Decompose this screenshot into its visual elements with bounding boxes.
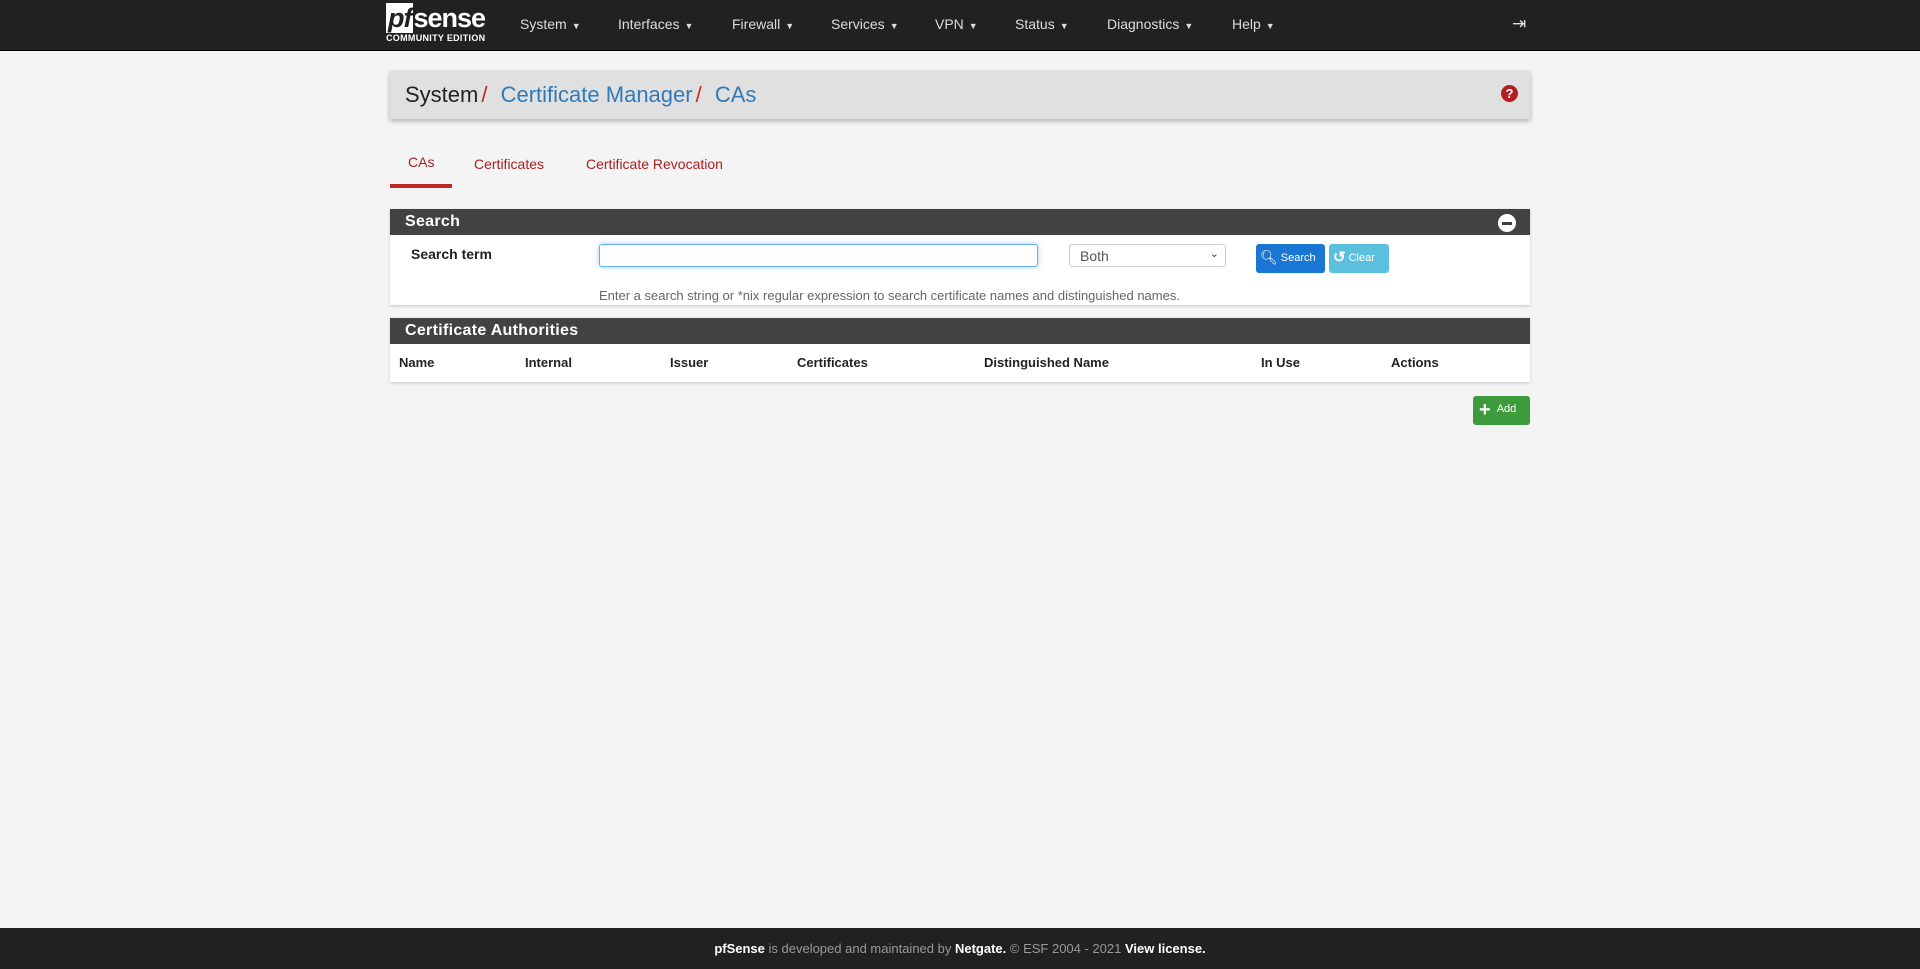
col-internal: Internal bbox=[525, 355, 572, 370]
search-panel-title: Search bbox=[405, 213, 461, 230]
breadcrumb-certificate-manager[interactable]: Certificate Manager bbox=[501, 82, 693, 107]
nav-diagnostics[interactable]: Diagnostics ▼ bbox=[1107, 16, 1193, 32]
netgate-link[interactable]: Netgate. bbox=[955, 941, 1006, 956]
tab-certificate-revocation[interactable]: Certificate Revocation bbox=[586, 154, 723, 190]
nav-status[interactable]: Status ▼ bbox=[1015, 16, 1069, 32]
col-name: Name bbox=[399, 355, 435, 370]
nav-vpn[interactable]: VPN ▼ bbox=[935, 16, 978, 32]
col-certificates: Certificates bbox=[797, 355, 868, 370]
breadcrumb-cas[interactable]: CAs bbox=[715, 82, 757, 107]
nav-interfaces[interactable]: Interfaces ▼ bbox=[618, 16, 693, 32]
view-license-link[interactable]: View license. bbox=[1125, 941, 1206, 956]
search-input[interactable] bbox=[599, 244, 1038, 267]
logout-icon[interactable]: ⇥ bbox=[1512, 14, 1526, 34]
tab-certificates[interactable]: Certificates bbox=[474, 154, 544, 190]
edition-label: COMMUNITY EDITION bbox=[386, 33, 486, 43]
footer: pfSense is developed and maintained by N… bbox=[0, 928, 1920, 969]
col-in-use: In Use bbox=[1261, 355, 1301, 370]
search-icon: 🔍︎ bbox=[1260, 249, 1278, 265]
clear-button[interactable]: ↺ Clear bbox=[1329, 244, 1389, 273]
col-distinguished-name: Distinguished Name bbox=[984, 355, 1109, 370]
breadcrumb-system: System bbox=[405, 82, 479, 107]
search-button[interactable]: 🔍︎ Search bbox=[1256, 244, 1325, 273]
search-hint: Enter a search string or *nix regular ex… bbox=[599, 288, 1180, 303]
footer-brand: pfSense bbox=[714, 941, 765, 956]
plus-icon: + bbox=[1479, 399, 1491, 421]
nav-system[interactable]: System ▼ bbox=[520, 16, 581, 32]
pfsense-logo[interactable]: pfsense COMMUNITY EDITION bbox=[386, 3, 486, 43]
nav-firewall[interactable]: Firewall ▼ bbox=[732, 16, 794, 32]
navbar: pfsense COMMUNITY EDITION System ▼ Interf… bbox=[0, 0, 1920, 51]
col-issuer: Issuer bbox=[670, 355, 709, 370]
tabs: CAs Certificates Certificate Revocation bbox=[390, 152, 1530, 188]
undo-icon: ↺ bbox=[1333, 249, 1346, 266]
help-icon[interactable]: ? bbox=[1501, 85, 1518, 102]
breadcrumb: System / Certificate Manager / CAs ? bbox=[390, 71, 1530, 119]
collapse-icon[interactable] bbox=[1498, 214, 1516, 232]
search-scope-select[interactable]: Both ⌄ bbox=[1069, 244, 1226, 267]
search-panel: Search Search term Both ⌄ 🔍︎ Search ↺ Clear… bbox=[390, 209, 1530, 305]
ca-panel: Certificate Authorities Name Internal Is… bbox=[390, 318, 1530, 382]
ca-panel-title: Certificate Authorities bbox=[405, 322, 579, 339]
add-button[interactable]: + Add bbox=[1473, 396, 1530, 425]
col-actions: Actions bbox=[1391, 355, 1439, 370]
search-term-label: Search term bbox=[411, 246, 492, 262]
nav-services[interactable]: Services ▼ bbox=[831, 16, 899, 32]
nav-help[interactable]: Help ▼ bbox=[1232, 16, 1275, 32]
tab-cas[interactable]: CAs bbox=[390, 152, 453, 188]
